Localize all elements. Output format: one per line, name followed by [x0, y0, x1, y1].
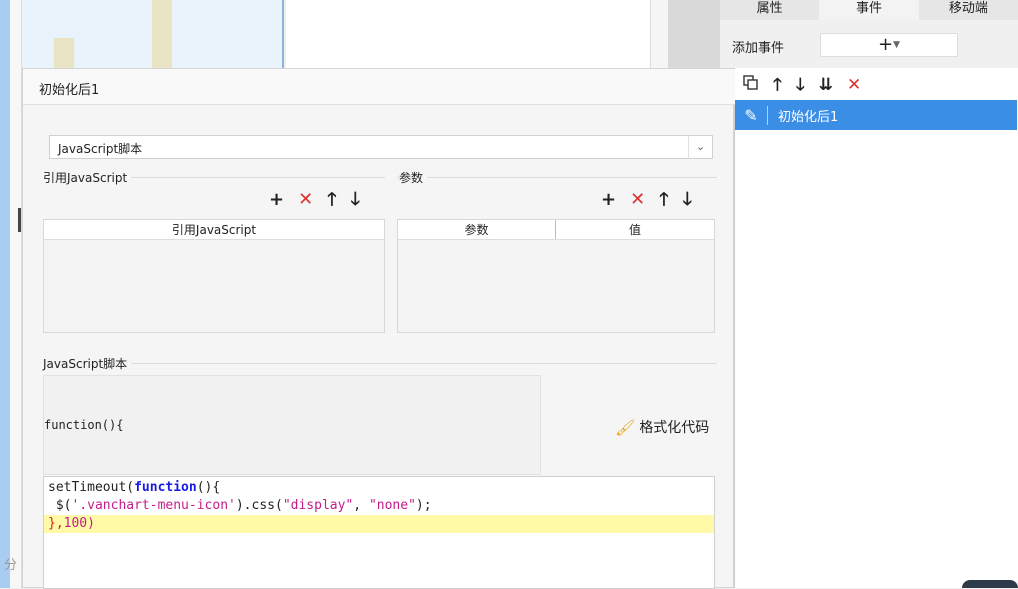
move-down-button[interactable]: 🡓	[351, 191, 360, 209]
move-down-button[interactable]: 🡓	[683, 191, 692, 209]
tab-mobile[interactable]: 移动端	[919, 0, 1018, 20]
add-event-dropdown[interactable]: +▼	[820, 33, 958, 57]
group-divider	[397, 177, 717, 178]
sheet-gutter	[650, 0, 668, 68]
code-token: ).css(	[235, 498, 283, 513]
code-bracket: },	[48, 516, 64, 531]
code-token: setTimeout(	[48, 480, 135, 495]
delete-icon[interactable]: ✕	[847, 76, 861, 94]
params-table: 参数 值	[397, 219, 715, 333]
event-dialog: 初始化后1 JavaScript脚本 ⌄ 引用JavaScript + ✕ 🡑 …	[22, 68, 735, 589]
code-number: 100)	[63, 516, 95, 531]
add-reference-button[interactable]: +	[269, 191, 284, 209]
workspace-gray	[668, 0, 720, 68]
code-keyword: function	[134, 480, 197, 495]
add-param-button[interactable]: +	[601, 191, 616, 209]
delete-param-button[interactable]: ✕	[630, 191, 645, 209]
script-type-value: JavaScript脚本	[58, 142, 143, 156]
move-up-button[interactable]: 🡑	[327, 191, 336, 209]
reference-group-label: 引用JavaScript	[43, 169, 132, 186]
dialog-title: 初始化后1	[39, 83, 100, 98]
floating-assistant-button[interactable]	[962, 580, 1018, 588]
chevron-down-icon[interactable]: ⌄	[688, 136, 712, 158]
reference-toolbar: + ✕ 🡑 🡓	[269, 191, 360, 209]
code-line: $('.vanchart-menu-icon').css("display", …	[44, 497, 714, 515]
code-string: "display"	[282, 498, 354, 513]
edit-icon: ✎	[735, 105, 768, 125]
dialog-title-bar: 初始化后1	[23, 69, 735, 105]
arrow-down-icon[interactable]: 🡓	[796, 76, 805, 94]
arrow-up-icon[interactable]: 🡑	[773, 76, 782, 94]
script-group-label: JavaScript脚本	[43, 355, 132, 372]
code-token: ,	[353, 498, 369, 513]
code-string: "none"	[368, 498, 416, 513]
canvas-bar	[54, 38, 74, 68]
column-header: 引用JavaScript	[171, 223, 257, 237]
left-scroll-bar[interactable]	[0, 0, 10, 588]
splitter-handle[interactable]	[18, 208, 21, 232]
code-string: '.vanchart-menu-icon'	[71, 498, 236, 513]
code-line-current: },100)	[44, 515, 714, 533]
code-line: setTimeout(function(){	[44, 479, 714, 497]
params-toolbar: + ✕ 🡑 🡓	[601, 191, 692, 209]
tab-properties[interactable]: 属性	[720, 0, 819, 20]
plus-icon: +	[877, 34, 894, 55]
code-token: );	[415, 498, 432, 513]
format-code-label: 格式化代码	[639, 420, 710, 436]
function-header-area: function(){	[43, 375, 541, 475]
chevron-down-icon: ▼	[893, 40, 900, 50]
reference-table: 引用JavaScript	[43, 219, 385, 333]
code-editor[interactable]: setTimeout(function(){ $('.vanchart-menu…	[43, 476, 715, 589]
add-event-label: 添加事件	[732, 41, 785, 56]
canvas-bar	[152, 0, 172, 68]
add-event-row: 添加事件 +▼	[720, 33, 1018, 63]
event-item-label: 初始化后1	[778, 109, 839, 125]
event-list-item[interactable]: ✎ 初始化后1	[735, 100, 1017, 130]
copy-icon[interactable]	[743, 75, 759, 95]
params-group-label: 参数	[399, 169, 428, 186]
split-label: 分	[4, 558, 18, 573]
events-toolbar: 🡑 🡓 ⇊ ✕	[735, 70, 1018, 100]
delete-reference-button[interactable]: ✕	[298, 191, 313, 209]
script-type-select[interactable]: JavaScript脚本 ⌄	[49, 135, 713, 159]
column-header: 值	[628, 223, 641, 237]
code-token: (){	[196, 480, 221, 495]
column-header: 参数	[398, 220, 556, 239]
group-divider	[43, 363, 717, 364]
tab-events[interactable]: 事件	[819, 0, 919, 20]
reference-table-header: 引用JavaScript	[44, 220, 384, 240]
brush-icon: 🖌	[615, 417, 636, 437]
events-list-panel: 🡑 🡓 ⇊ ✕ ✎ 初始化后1	[734, 68, 1018, 588]
sort-down-icon[interactable]: ⇊	[819, 76, 833, 94]
format-code-button[interactable]: 🖌 格式化代码	[615, 417, 709, 437]
code-token: $(	[48, 498, 72, 513]
move-up-button[interactable]: 🡑	[659, 191, 668, 209]
params-table-header: 参数 值	[398, 220, 714, 240]
report-sheet	[286, 0, 650, 68]
property-tabs: 属性 事件 移动端	[720, 0, 1018, 20]
function-header: function(){	[44, 418, 124, 432]
